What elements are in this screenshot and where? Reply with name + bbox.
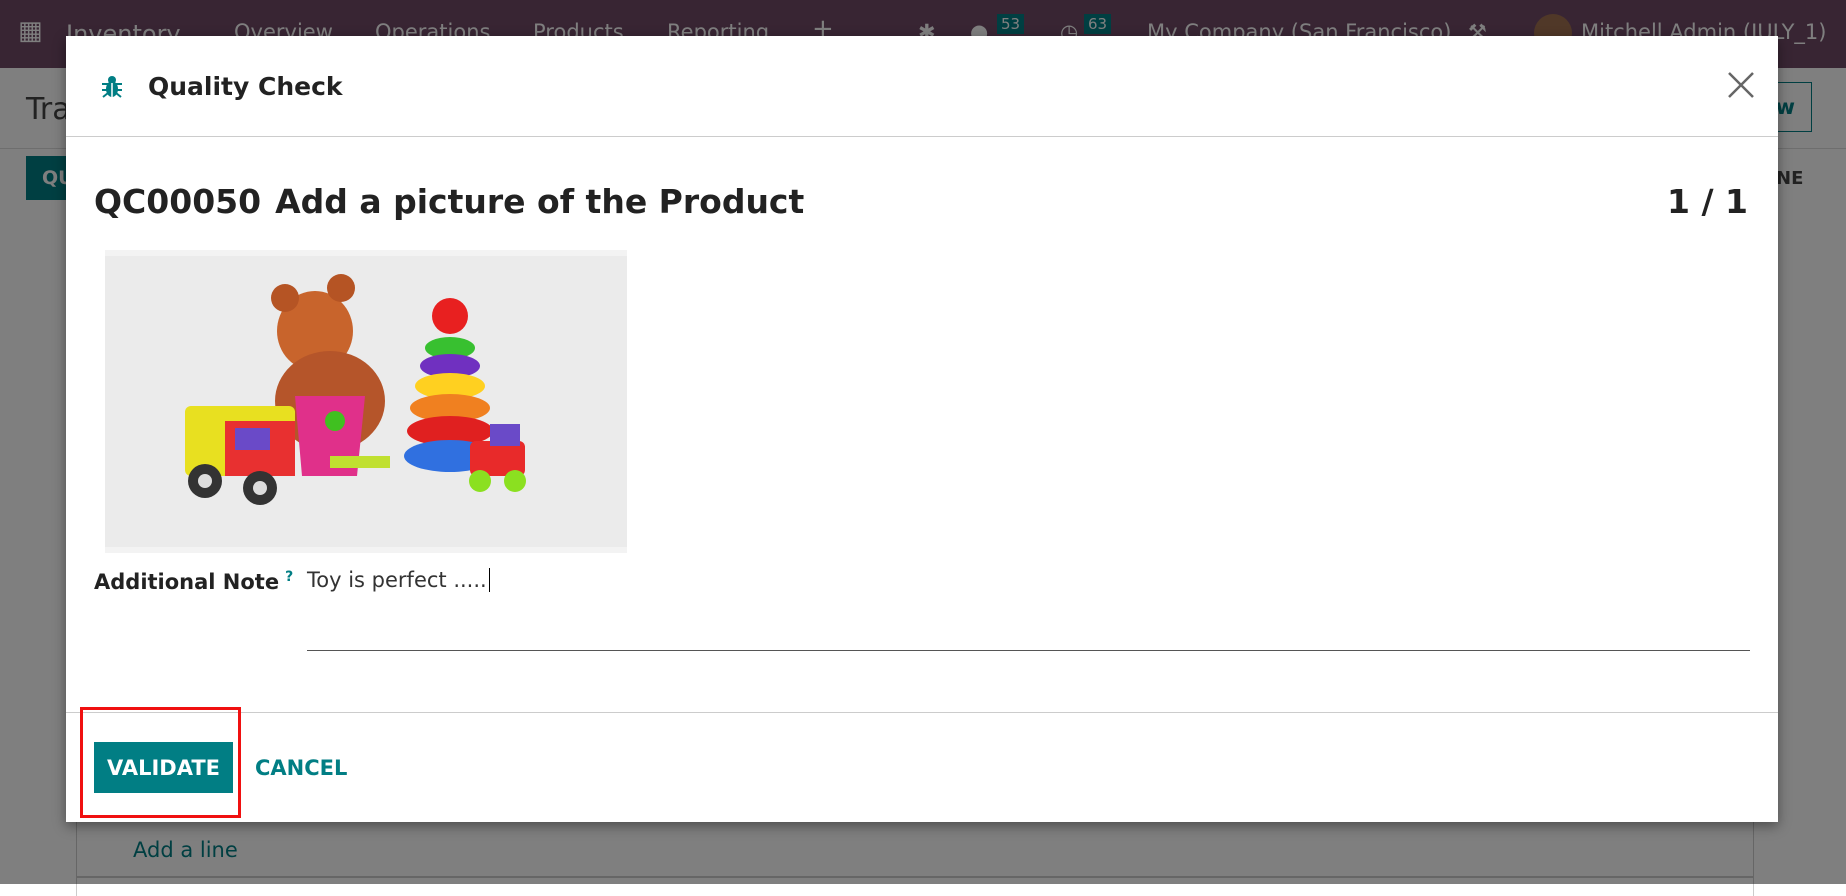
- help-tooltip-icon[interactable]: ?: [285, 569, 293, 585]
- check-counter: 1 / 1: [1667, 182, 1748, 221]
- dialog-footer-divider: [66, 712, 1778, 713]
- toys-image: [185, 274, 526, 505]
- note-text: Toy is perfect .....: [307, 568, 490, 592]
- label-text: Additional Note: [94, 570, 280, 594]
- product-picture[interactable]: [105, 250, 627, 553]
- additional-note-label: Additional Note?: [94, 569, 293, 594]
- quality-check-dialog: Quality Check QC00050 Add a picture of th…: [66, 36, 1778, 822]
- bug-icon: [102, 76, 122, 98]
- check-title: QC00050 Add a picture of the Product: [94, 182, 818, 221]
- cancel-button[interactable]: CANCEL: [255, 756, 347, 780]
- highlight-box: [80, 707, 241, 818]
- dialog-header: Quality Check: [66, 36, 1778, 137]
- check-name: Add a picture of the Product: [275, 182, 805, 221]
- check-reference: QC00050: [94, 182, 262, 221]
- additional-note-input[interactable]: Toy is perfect .....: [307, 568, 1750, 651]
- dialog-title: Quality Check: [148, 72, 343, 101]
- close-icon[interactable]: [1726, 70, 1756, 100]
